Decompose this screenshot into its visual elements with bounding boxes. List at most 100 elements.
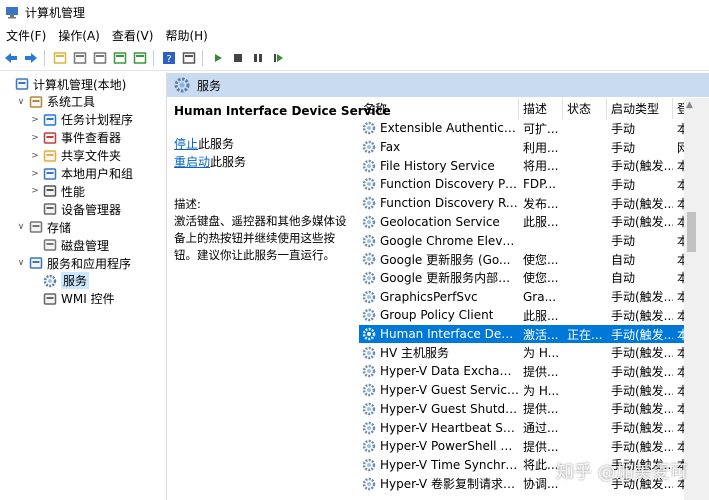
service-login-cell: 本 [677, 421, 684, 436]
service-name-cell: Hyper-V Guest Service In... [359, 383, 519, 397]
service-row[interactable]: Geolocation Service 此服... 手动(触发... 本 [359, 213, 684, 232]
service-row[interactable]: Hyper-V Heartbeat Service 通过... 手动(触发... 本 [359, 418, 684, 437]
pause-icon[interactable] [249, 50, 266, 67]
service-row[interactable]: Function Discovery Provi... FDP... 手动 本 [359, 175, 684, 194]
service-gear-icon [362, 364, 376, 378]
service-row[interactable]: HV 主机服务 为 H... 手动(触发... 本 [359, 343, 684, 362]
chevron-right-icon[interactable]: > [30, 115, 40, 125]
vertical-scrollbar[interactable]: ▲ [684, 98, 709, 500]
tree-item[interactable]: > 性能 [30, 182, 85, 200]
show-hide-icon[interactable] [180, 50, 197, 67]
tree-item-label: 任务计划程序 [61, 113, 134, 128]
restart-icon[interactable] [269, 50, 286, 67]
start-icon[interactable] [209, 50, 226, 67]
service-row[interactable]: Hyper-V Data Exchange ... 提供... 手动(触发... 本 [359, 362, 684, 381]
service-desc-cell: 提供... [523, 439, 559, 454]
stop-link[interactable]: 停止 [174, 137, 198, 151]
service-desc-cell: 激活... [523, 327, 559, 342]
chevron-down-icon[interactable]: ∨ [16, 97, 26, 107]
service-startup-cell: 手动(触发... [611, 364, 673, 379]
service-row[interactable]: Hyper-V Guest Service In... 为 H... 手动(触发..… [359, 381, 684, 400]
menu-item-0[interactable]: 文件(F) [0, 27, 52, 44]
service-login-cell: 网 [677, 140, 684, 155]
export-icon[interactable] [131, 50, 148, 67]
wmi-icon [43, 292, 57, 306]
chevron-right-icon[interactable]: > [30, 133, 40, 143]
description-label: 描述: [174, 197, 201, 211]
service-startup-cell: 手动(触发... [611, 196, 673, 211]
tree-item[interactable]: > 共享文件夹 [30, 147, 121, 165]
service-row[interactable]: File History Service 将用... 手动(触发... 本 [359, 156, 684, 175]
menu-item-3[interactable]: 帮助(H) [159, 27, 213, 44]
restart-link[interactable]: 重启动 [174, 155, 210, 169]
service-row[interactable]: Fax 利用... 手动 网 [359, 138, 684, 157]
tree-item[interactable]: 服务 [30, 272, 90, 290]
service-login-cell: 本 [677, 402, 684, 417]
users-icon [43, 167, 57, 181]
forward-icon[interactable] [22, 50, 39, 67]
tree-item[interactable]: 设备管理器 [30, 200, 121, 218]
back-icon[interactable] [2, 50, 19, 67]
tree-item[interactable]: ∨ 服务和应用程序 [16, 254, 131, 272]
service-row[interactable]: Extensible Authentication... 可扩... 手动 本 [359, 119, 684, 138]
service-name-cell: Hyper-V PowerShell Dire... [359, 439, 519, 453]
tree-item[interactable]: 计算机管理(本地) [2, 75, 126, 93]
tree-item-label: 服务和应用程序 [47, 256, 132, 271]
service-desc-cell: 为 H... [523, 383, 560, 398]
service-row[interactable]: Google Chrome Elevatio... 手动 本 [359, 231, 684, 250]
tree-item[interactable]: WMI 控件 [30, 290, 115, 308]
help-icon[interactable]: ? [160, 50, 177, 67]
menu-item-2[interactable]: 查看(V) [106, 27, 160, 44]
service-name-cell: Hyper-V Guest Shutdown... [359, 402, 519, 416]
tree-item[interactable]: > 任务计划程序 [30, 111, 133, 129]
disk-icon [43, 238, 57, 252]
tree-item[interactable]: > 事件查看器 [30, 129, 121, 147]
service-gear-icon [362, 290, 376, 304]
service-name: Google 更新服务 (Go... [380, 252, 511, 267]
chevron-right-icon[interactable]: > [30, 186, 40, 196]
service-description: 描述: 激活键盘、遥控器和其他多媒体设备上的热按钮并继续使用这些按钮。建议你让此… [174, 196, 352, 264]
properties-icon[interactable] [91, 50, 108, 67]
chevron-down-icon[interactable]: ∨ [16, 258, 26, 268]
menu-item-1[interactable]: 操作(A) [52, 27, 106, 44]
service-startup-cell: 自动 [611, 271, 636, 286]
service-startup-cell: 手动(触发... [611, 421, 673, 436]
tree-item[interactable]: ∨ 系统工具 [16, 93, 95, 111]
tree-item[interactable]: ∨ 存储 [16, 218, 71, 236]
service-desc-cell: 此服... [523, 308, 559, 323]
scroll-up-icon[interactable]: ▲ [686, 100, 693, 110]
column-header-desc[interactable]: 描述 [519, 98, 563, 119]
service-login-cell: 本 [677, 290, 684, 305]
service-row[interactable]: Hyper-V Guest Shutdown... 提供... 手动(触发... 本 [359, 400, 684, 419]
service-startup-cell: 手动 [611, 121, 636, 136]
service-gear-icon [362, 159, 376, 173]
tree-item[interactable]: > 本地用户和组 [30, 165, 133, 183]
column-header-login[interactable]: 登 [673, 98, 684, 119]
tree-item-label: 事件查看器 [61, 131, 122, 146]
chevron-right-icon[interactable]: > [30, 169, 40, 179]
chevron-down-icon[interactable]: ∨ [16, 222, 26, 232]
stop-suffix: 此服务 [198, 137, 235, 151]
stop-icon[interactable] [229, 50, 246, 67]
scrollbar-thumb[interactable] [687, 212, 696, 252]
service-gear-icon [362, 121, 376, 135]
service-row[interactable]: Google 更新服务内部服务 使您... 自动 本 [359, 269, 684, 288]
service-row[interactable]: Google 更新服务 (Go... 使您... 自动 本 [359, 250, 684, 269]
column-header-status[interactable]: 状态 [563, 98, 607, 119]
service-row[interactable]: Function Discovery Reso... 发布... 手动(触发... 本 [359, 194, 684, 213]
restart-suffix: 此服务 [210, 155, 247, 169]
column-header-name[interactable]: ^ 名称 [359, 98, 519, 119]
service-row[interactable]: Hyper-V PowerShell Dire... 提供... 手动(触发... 本 [359, 437, 684, 456]
chevron-right-icon[interactable]: > [30, 151, 40, 161]
console-tree-icon[interactable] [71, 50, 88, 67]
up-folder-icon[interactable] [51, 50, 68, 67]
tree-item[interactable]: 磁盘管理 [30, 236, 109, 254]
service-row[interactable]: Human Interface Device ... 激活... 正在... 手动(触… [359, 324, 684, 344]
shared-folder-icon [43, 149, 57, 163]
service-gear-icon [362, 383, 376, 397]
column-header-startup[interactable]: 启动类型 [607, 98, 673, 119]
service-gear-icon [362, 308, 376, 322]
service-row[interactable]: Group Policy Client 此服... 手动(触发... 本 [359, 306, 684, 325]
refresh-icon[interactable] [111, 50, 128, 67]
service-row[interactable]: GraphicsPerfSvc Gra... 手动(触发... 本 [359, 287, 684, 306]
